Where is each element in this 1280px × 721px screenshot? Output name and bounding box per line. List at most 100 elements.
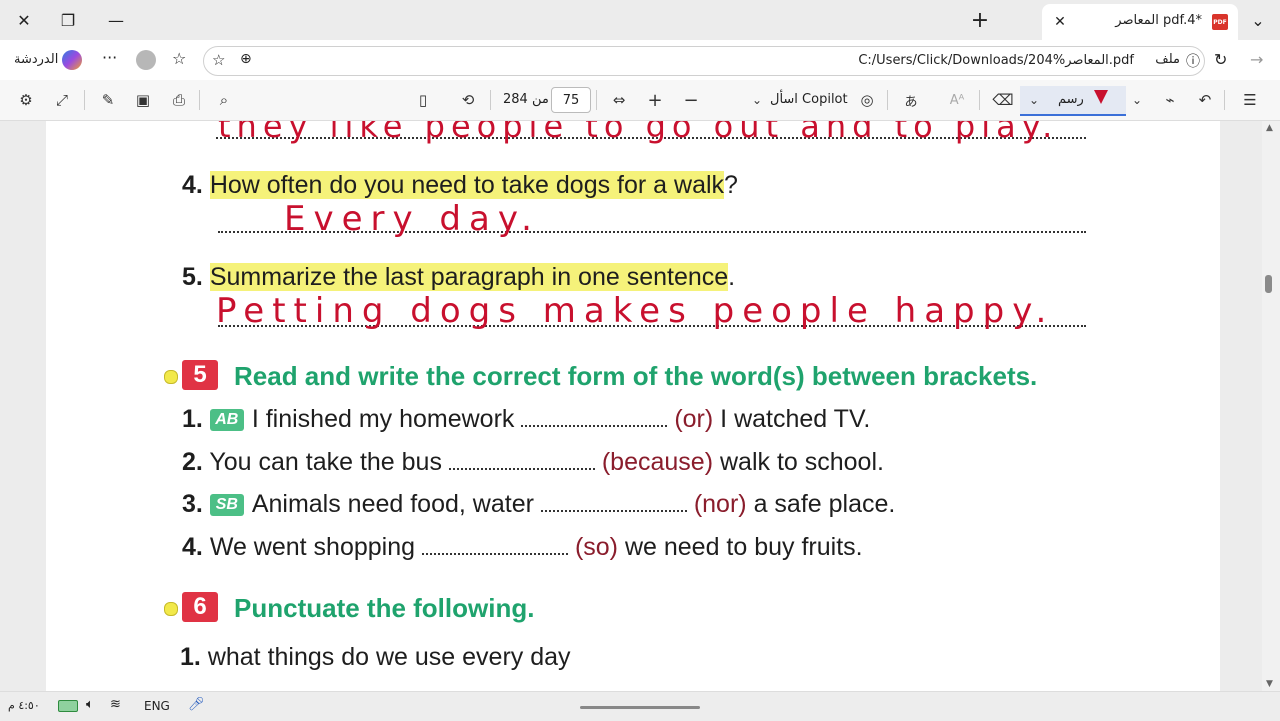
- highlight-icon[interactable]: ⌁: [1157, 87, 1183, 113]
- exercise-item: 1. what things do we use every day: [180, 643, 571, 672]
- document-viewer[interactable]: they like people to go out and to play. …: [0, 121, 1262, 691]
- item-number: 3.: [182, 490, 203, 518]
- save-icon[interactable]: ▣: [130, 87, 156, 113]
- fit-width-icon[interactable]: ⇔: [606, 87, 632, 113]
- bracket-word: (so): [574, 533, 619, 561]
- info-icon[interactable]: ⓘ: [1186, 51, 1200, 71]
- url-field[interactable]: ☆ ⊕ C:/Users/Click/Downloads/204%المعاصر…: [203, 46, 1205, 76]
- scroll-up-icon[interactable]: ▲: [1266, 123, 1273, 133]
- eraser-icon[interactable]: ⌫: [990, 87, 1016, 113]
- close-window-button[interactable]: ✕: [4, 0, 44, 40]
- exercise-item: 3. SB Animals need food, water (nor) a sa…: [182, 490, 895, 519]
- new-tab-button[interactable]: +: [960, 0, 1000, 40]
- wifi-icon[interactable]: ≋: [110, 697, 121, 712]
- tab-title: المعاصر pdf.4*: [1115, 13, 1202, 28]
- item-text: walk to school.: [719, 448, 884, 476]
- item-text: You can take the bus: [209, 448, 442, 476]
- clock[interactable]: ٤:٥٠ م: [8, 699, 40, 712]
- minimize-window-button[interactable]: —: [96, 0, 136, 40]
- question-number: 5.: [182, 263, 203, 291]
- favorites-icon[interactable]: ☆: [172, 49, 186, 68]
- undo-icon[interactable]: ↶: [1192, 87, 1218, 113]
- question-text: Summarize the last paragraph in one sent…: [209, 263, 729, 291]
- vertical-scrollbar[interactable]: ▲ ▼: [1262, 121, 1280, 691]
- exercise-item: 1. AB I finished my homework (or) I watch…: [182, 405, 870, 434]
- battery-icon[interactable]: [58, 700, 78, 712]
- draw-tool-button[interactable]: ⌄ رسم: [1020, 86, 1126, 116]
- draw-dropdown-chevron-icon[interactable]: ⌄: [1021, 87, 1047, 113]
- microphone-icon[interactable]: 🎤︎: [188, 697, 205, 712]
- pdf-page: they like people to go out and to play. …: [46, 121, 1220, 691]
- divider: [490, 90, 491, 110]
- pdf-toolbar: ⚙ ⤢ ✎ ▣ ⎙ ⌕ ▯ ⟲ من 284 75 ⇔ + − ⌄ اسأل C…: [0, 80, 1280, 121]
- url-text: C:/Users/Click/Downloads/204%المعاصر.pdf: [858, 53, 1134, 68]
- read-aloud-icon[interactable]: あ: [898, 87, 924, 113]
- highlight-dropdown-chevron-icon[interactable]: ⌄: [1124, 87, 1150, 113]
- section-number-badge: 5: [182, 360, 218, 390]
- contents-list-icon[interactable]: ☰: [1237, 87, 1263, 113]
- text-size-icon[interactable]: Aᴬ: [944, 87, 970, 113]
- profile-avatar[interactable]: [136, 50, 156, 70]
- question-number: 4.: [182, 171, 203, 199]
- ask-copilot-label[interactable]: اسأل Copilot: [770, 92, 848, 107]
- more-options-icon[interactable]: ···: [102, 48, 117, 67]
- zoom-out-icon[interactable]: −: [678, 87, 704, 113]
- blank-line: [521, 425, 668, 427]
- expand-icon[interactable]: ⤢: [49, 87, 75, 113]
- section-number-badge: 6: [182, 592, 218, 622]
- restore-window-button[interactable]: ❐: [48, 0, 88, 40]
- divider: [1224, 90, 1225, 110]
- item-number: 2.: [182, 448, 203, 476]
- file-label: ملف: [1155, 52, 1180, 67]
- refresh-icon[interactable]: ↻: [1214, 50, 1227, 69]
- taskbar: ٤:٥٠ م 🔈︎ ≋ ENG 🎤︎: [0, 691, 1280, 721]
- zoom-in-icon[interactable]: +: [642, 87, 668, 113]
- forward-icon[interactable]: →: [1250, 50, 1263, 69]
- copilot-icon[interactable]: [62, 50, 82, 70]
- search-icon[interactable]: ⌕: [211, 87, 237, 113]
- question-text: How often do you need to take dogs for a…: [209, 171, 725, 199]
- tab-active[interactable]: ✕ المعاصر pdf.4* PDF: [1042, 4, 1238, 40]
- bullet-marker: [164, 602, 178, 616]
- volume-icon[interactable]: 🔈︎: [86, 697, 94, 712]
- home-indicator[interactable]: [580, 706, 700, 709]
- divider: [199, 90, 200, 110]
- handwritten-answer-q5: Petting dogs makes people happy.: [216, 291, 1055, 331]
- divider: [979, 90, 980, 110]
- item-number: 1.: [182, 405, 203, 433]
- question-4: 4. How often do you need to take dogs fo…: [182, 171, 738, 200]
- copilot-dropdown-chevron-icon[interactable]: ⌄: [744, 87, 770, 113]
- section-title: Punctuate the following.: [234, 593, 535, 623]
- sb-tag-icon: SB: [209, 494, 244, 517]
- edit-document-icon[interactable]: ✎: [95, 87, 121, 113]
- divider: [596, 90, 597, 110]
- rotate-icon[interactable]: ⟲: [455, 87, 481, 113]
- page-number-input[interactable]: 75: [551, 87, 591, 113]
- scrollbar-thumb[interactable]: [1265, 275, 1272, 293]
- item-text: I finished my homework: [251, 405, 515, 433]
- draw-label: رسم: [1058, 92, 1084, 107]
- bracket-word: (nor): [693, 490, 747, 518]
- blank-line: [422, 553, 568, 555]
- exercise-item: 2. You can take the bus (because) walk t…: [182, 448, 884, 477]
- close-tab-icon[interactable]: ✕: [1042, 2, 1078, 42]
- bracket-word: (or): [674, 405, 714, 433]
- title-bar: ✕ ❐ — + ✕ المعاصر pdf.4* PDF ⌄: [0, 0, 1280, 40]
- chat-label[interactable]: الدردشة: [14, 52, 58, 67]
- scroll-down-icon[interactable]: ▼: [1266, 679, 1273, 689]
- zoom-icon[interactable]: ⊕: [240, 51, 252, 67]
- copilot-icon[interactable]: ◎: [854, 87, 880, 113]
- page-of-label: من 284: [503, 92, 549, 107]
- settings-gear-icon[interactable]: ⚙: [13, 87, 39, 113]
- blank-line: [540, 510, 687, 512]
- print-icon[interactable]: ⎙: [166, 87, 192, 113]
- add-favorite-star-icon[interactable]: ☆: [212, 51, 225, 69]
- question-mark: .: [728, 263, 736, 291]
- page-view-icon[interactable]: ▯: [410, 87, 436, 113]
- tab-list-chevron-icon[interactable]: ⌄: [1238, 0, 1278, 40]
- item-text: Animals need food, water: [251, 490, 534, 518]
- language-indicator[interactable]: ENG: [144, 699, 170, 713]
- ab-tag-icon: AB: [209, 409, 244, 432]
- item-number: 1.: [180, 643, 201, 671]
- divider: [887, 90, 888, 110]
